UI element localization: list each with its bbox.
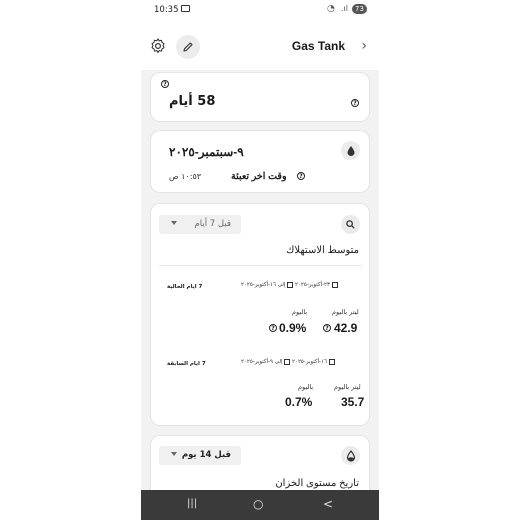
phone-screen: 10:35 ◔ .ıl 73 Gas Tank › ? ? 58 أيام ٩-… [141,0,379,520]
percent-per-day-value: 0.7% [285,395,313,409]
app-header: Gas Tank › [141,20,379,70]
info-icon[interactable]: ? [351,99,359,107]
previous-date-range: ١٦-أكتوبر-٢٠٢٥ إلى ٩-أكتوبر-٢٠٢٥ [241,359,365,373]
info-icon[interactable]: ? [269,324,277,332]
last-fill-label: وقت اخر تعبئة [231,171,287,182]
search-icon[interactable] [341,215,360,234]
days-remaining-card: ? ? 58 أيام [150,72,370,122]
last-fill-card: ٩-سبتمبر-٢٠٢٥ وقت اخر تعبئة ? ١٠:٥٣ ص [150,130,370,193]
history-period-dropdown[interactable]: قبل 14 يوم [159,446,241,465]
page-title: Gas Tank [291,39,345,53]
last-fill-time: ١٠:٥٣ ص [169,172,202,181]
screen-record-icon [181,5,190,12]
tank-level-icon [341,446,360,465]
calendar-icon[interactable] [328,359,335,365]
drop-icon [341,141,360,160]
current-date-range: ٢٣-أكتوبر-٢٠٢٥ إلى ١٦-أكتوبر-٢٠٢٥ [241,282,365,296]
last-fill-date: ٩-سبتمبر-٢٠٢٥ [169,145,244,159]
back-button[interactable]: < [323,497,333,511]
date-separator: إلى [277,282,286,288]
recents-button[interactable]: ||| [187,498,197,509]
calendar-icon[interactable] [284,359,291,365]
history-dropdown-value: قبل 14 يوم [181,450,231,460]
percent-per-day-label: بالیوم [292,308,308,316]
period-dropdown[interactable]: قبل 7 أيام [159,215,241,234]
date-separator: إلى [274,359,283,365]
status-bar: 10:35 ◔ .ıl 73 [141,0,379,20]
liters-per-day-label: لیتر بالیوم [334,383,361,391]
info-icon[interactable]: ? [297,172,305,180]
signal-icon: .ıl [341,4,348,13]
calendar-icon[interactable] [331,282,338,288]
period-dropdown-value: قبل 7 أيام [194,219,232,229]
calendar-icon[interactable] [287,282,294,288]
liters-per-day-value: 42.9 [334,321,358,335]
system-nav-bar: ||| ○ < [141,490,379,520]
previous-period-label: 7 ايام السابقة [167,361,206,367]
days-remaining-value: 58 أيام [169,94,216,109]
battery-badge: 73 [352,4,367,14]
date-from[interactable]: ١٦-أكتوبر-٢٠٢٥ [241,282,276,288]
history-title: تاريخ مستوى الخزان [275,478,359,489]
home-button[interactable]: ○ [253,497,263,511]
percent-per-day-value: 0.9% [279,321,307,335]
chevron-down-icon [171,221,177,225]
chevron-right-icon[interactable]: › [361,38,367,54]
info-icon[interactable]: ? [161,80,169,88]
date-to[interactable]: ٢٣-أكتوبر-٢٠٢٥ [295,282,330,288]
percent-per-day-label: بالیوم [298,383,314,391]
info-icon[interactable]: ? [323,324,331,332]
gear-icon[interactable] [149,37,167,55]
edit-button[interactable] [176,35,200,59]
divider [159,265,362,266]
current-period-label: 7 ايام الحالية [167,284,203,290]
pencil-icon [183,42,193,52]
chevron-down-icon [171,452,177,456]
liters-per-day-value: 35.7 [341,395,365,409]
liters-per-day-label: لیتر بالیوم [332,308,359,316]
status-time: 10:35 [154,5,179,15]
date-from[interactable]: ٩-أكتوبر-٢٠٢٥ [241,359,273,365]
consumption-title: متوسط الاستهلاك [286,245,359,256]
date-to[interactable]: ١٦-أكتوبر-٢٠٢٥ [292,359,327,365]
wifi-icon: ◔ [327,4,335,14]
consumption-card: قبل 7 أيام متوسط الاستهلاك 7 ايام الحالي… [150,203,370,426]
